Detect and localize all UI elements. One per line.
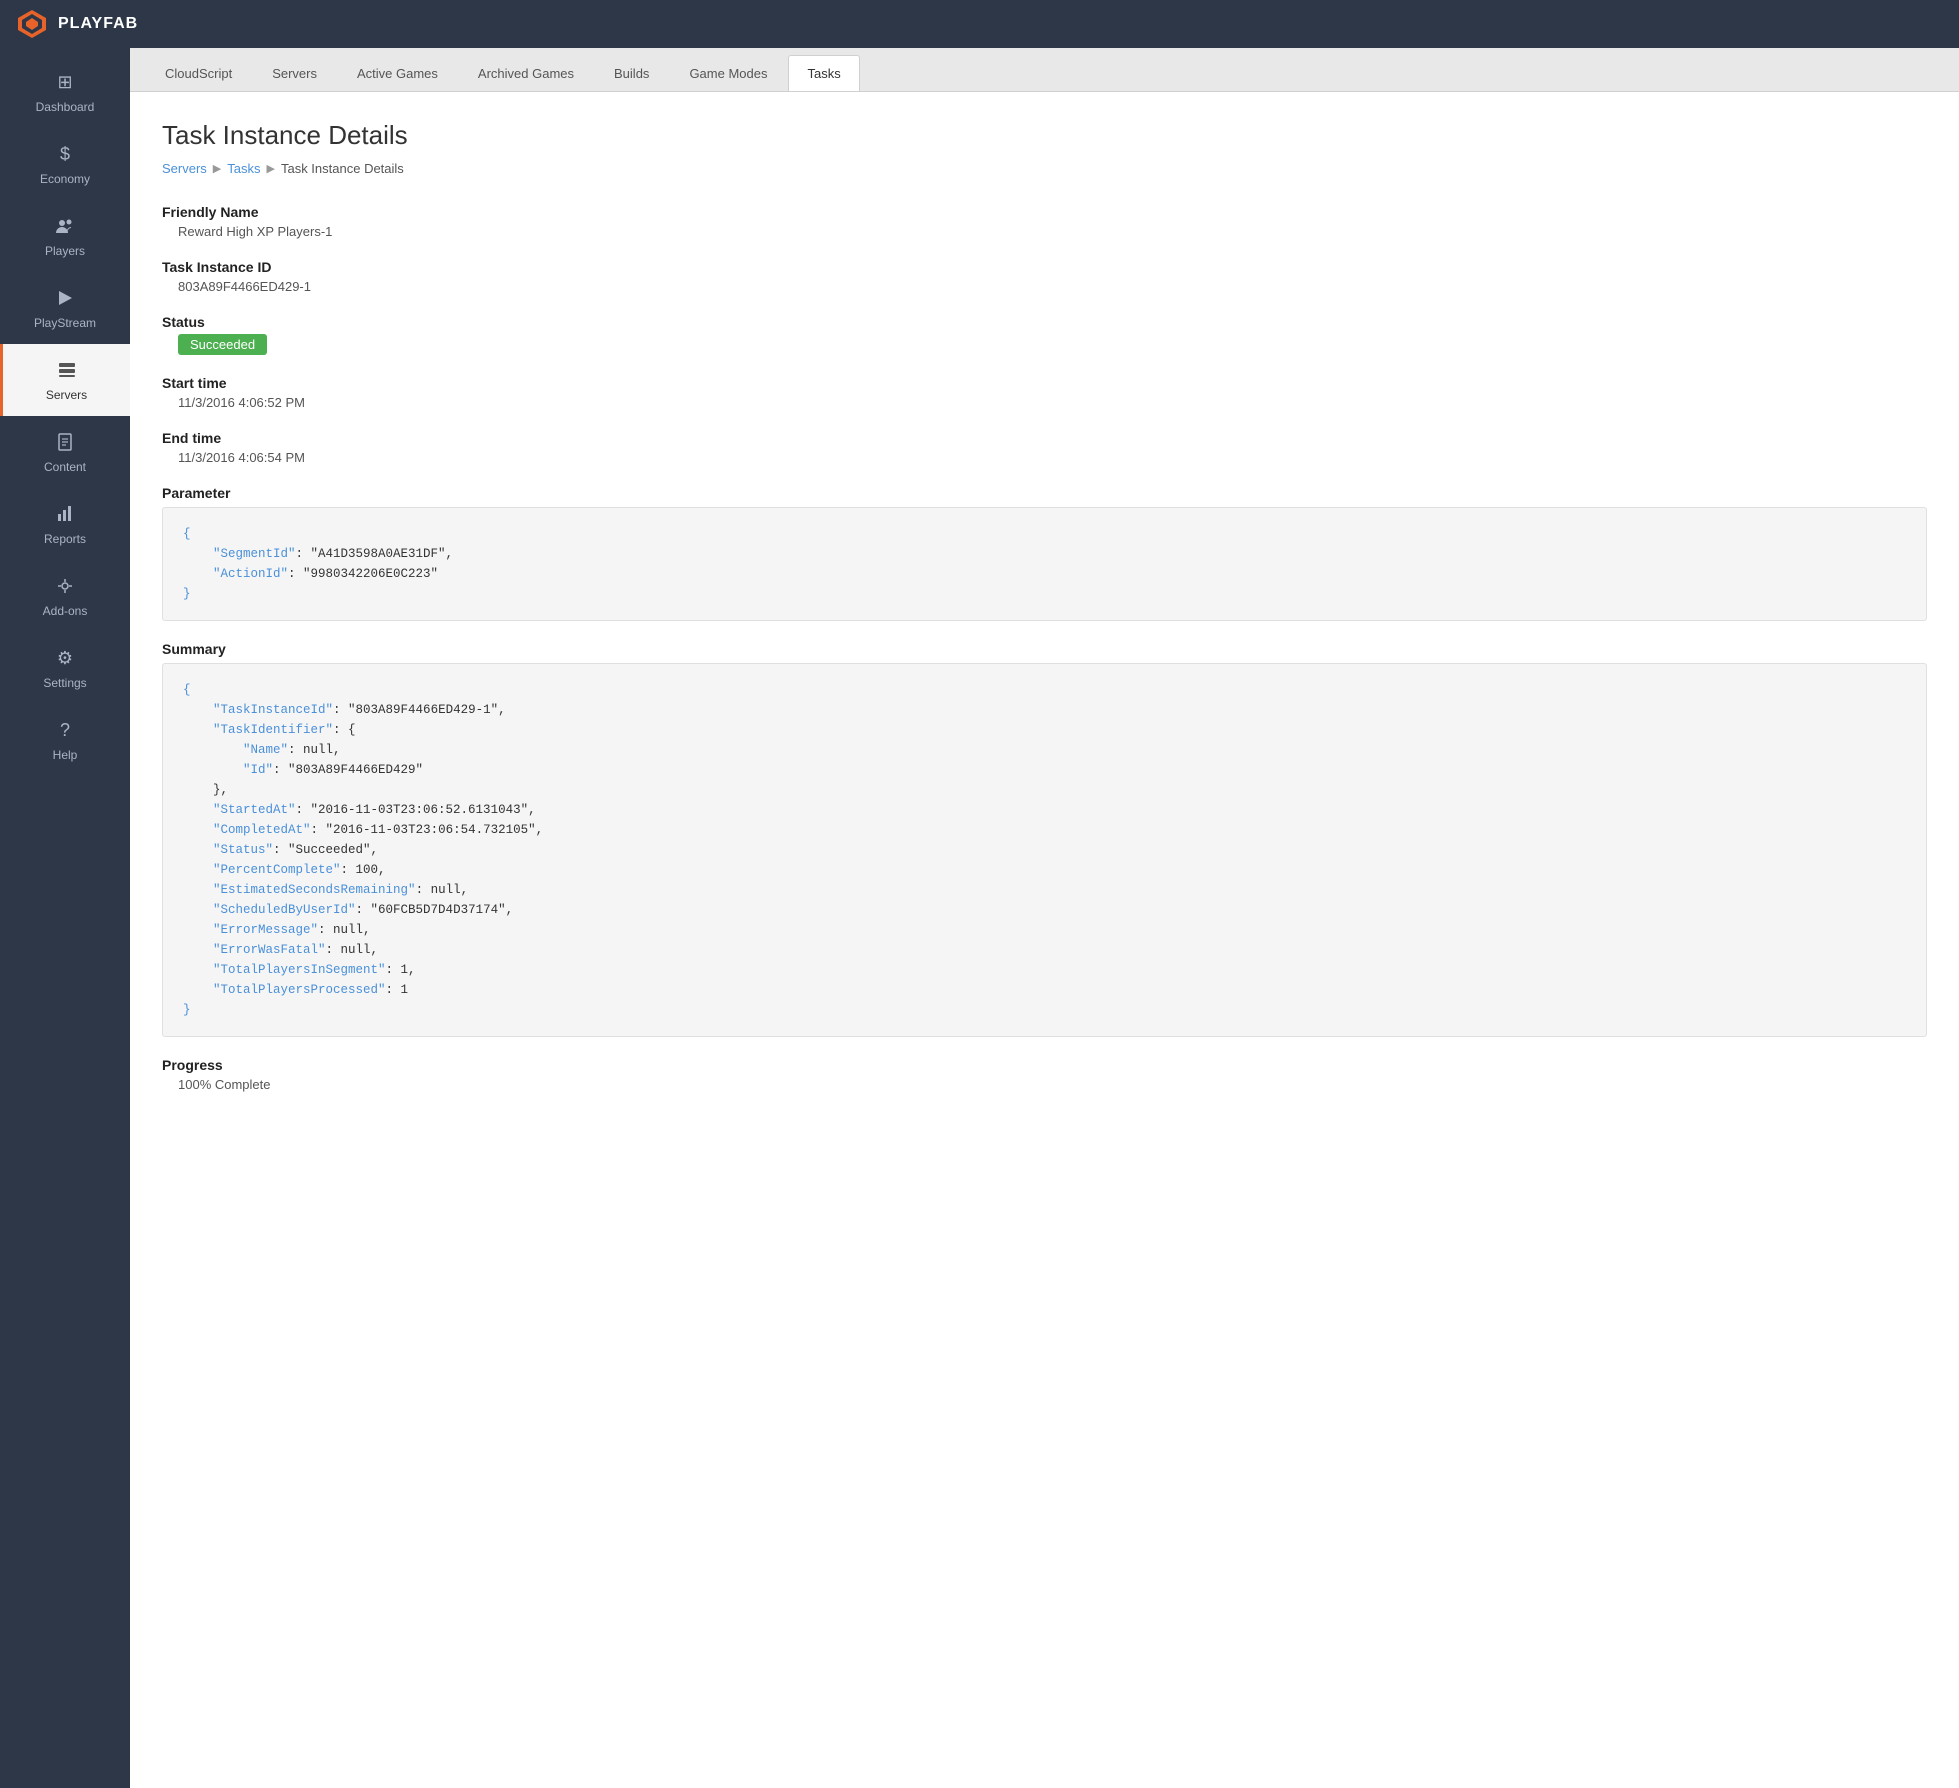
- end-time-section: End time 11/3/2016 4:06:54 PM: [162, 430, 1927, 465]
- friendly-name-value: Reward High XP Players-1: [162, 224, 1927, 239]
- sidebar-label-servers: Servers: [46, 388, 87, 402]
- sidebar-label-players: Players: [45, 244, 85, 258]
- breadcrumb-sep-1: ▶: [213, 162, 221, 175]
- start-time-label: Start time: [162, 375, 1927, 391]
- sidebar-label-economy: Economy: [40, 172, 90, 186]
- players-icon: [53, 214, 77, 238]
- main-layout: ⊞ Dashboard $ Economy Players PlayStream…: [0, 48, 1959, 1788]
- status-label: Status: [162, 314, 1927, 330]
- breadcrumb-servers-link[interactable]: Servers: [162, 161, 207, 176]
- start-time-section: Start time 11/3/2016 4:06:52 PM: [162, 375, 1927, 410]
- summary-section: Summary { "TaskInstanceId": "803A89F4466…: [162, 641, 1927, 1037]
- sidebar-item-help[interactable]: ? Help: [0, 704, 130, 776]
- sidebar-label-help: Help: [53, 748, 78, 762]
- sidebar-item-economy[interactable]: $ Economy: [0, 128, 130, 200]
- parameter-section: Parameter { "SegmentId": "A41D3598A0AE31…: [162, 485, 1927, 621]
- content-icon: [53, 430, 77, 454]
- breadcrumb-sep-2: ▶: [267, 162, 275, 175]
- sidebar: ⊞ Dashboard $ Economy Players PlayStream…: [0, 48, 130, 1788]
- task-instance-id-label: Task Instance ID: [162, 259, 1927, 275]
- sidebar-label-settings: Settings: [43, 676, 86, 690]
- progress-label: Progress: [162, 1057, 1927, 1073]
- breadcrumb-tasks-link[interactable]: Tasks: [227, 161, 260, 176]
- tab-game-modes[interactable]: Game Modes: [670, 55, 786, 91]
- sidebar-item-content[interactable]: Content: [0, 416, 130, 488]
- dashboard-icon: ⊞: [53, 70, 77, 94]
- sidebar-item-dashboard[interactable]: ⊞ Dashboard: [0, 56, 130, 128]
- app-name: PLAYFAB: [58, 15, 138, 33]
- page-title: Task Instance Details: [162, 120, 1927, 151]
- summary-label: Summary: [162, 641, 1927, 657]
- parameter-code: { "SegmentId": "A41D3598A0AE31DF", "Acti…: [162, 507, 1927, 621]
- page-content: Task Instance Details Servers ▶ Tasks ▶ …: [130, 92, 1959, 1788]
- progress-value: 100% Complete: [162, 1077, 1927, 1092]
- economy-icon: $: [53, 142, 77, 166]
- sidebar-item-addons[interactable]: Add-ons: [0, 560, 130, 632]
- status-badge: Succeeded: [178, 334, 267, 355]
- sidebar-label-reports: Reports: [44, 532, 86, 546]
- tab-archived-games[interactable]: Archived Games: [459, 55, 593, 91]
- start-time-value: 11/3/2016 4:06:52 PM: [162, 395, 1927, 410]
- summary-code: { "TaskInstanceId": "803A89F4466ED429-1"…: [162, 663, 1927, 1037]
- breadcrumb: Servers ▶ Tasks ▶ Task Instance Details: [162, 161, 1927, 176]
- friendly-name-label: Friendly Name: [162, 204, 1927, 220]
- parameter-label: Parameter: [162, 485, 1927, 501]
- settings-icon: ⚙: [53, 646, 77, 670]
- top-navbar: PLAYFAB: [0, 0, 1959, 48]
- sidebar-item-players[interactable]: Players: [0, 200, 130, 272]
- servers-icon: [55, 358, 79, 382]
- task-instance-id-value: 803A89F4466ED429-1: [162, 279, 1927, 294]
- task-instance-id-section: Task Instance ID 803A89F4466ED429-1: [162, 259, 1927, 294]
- sidebar-item-settings[interactable]: ⚙ Settings: [0, 632, 130, 704]
- sidebar-item-servers[interactable]: Servers: [0, 344, 130, 416]
- sidebar-item-reports[interactable]: Reports: [0, 488, 130, 560]
- friendly-name-section: Friendly Name Reward High XP Players-1: [162, 204, 1927, 239]
- addons-icon: [53, 574, 77, 598]
- sidebar-label-dashboard: Dashboard: [36, 100, 95, 114]
- tab-builds[interactable]: Builds: [595, 55, 668, 91]
- sidebar-label-playstream: PlayStream: [34, 316, 96, 330]
- end-time-label: End time: [162, 430, 1927, 446]
- logo-area[interactable]: PLAYFAB: [16, 8, 138, 40]
- tab-servers[interactable]: Servers: [253, 55, 336, 91]
- sidebar-item-playstream[interactable]: PlayStream: [0, 272, 130, 344]
- progress-section: Progress 100% Complete: [162, 1057, 1927, 1092]
- reports-icon: [53, 502, 77, 526]
- tab-tasks[interactable]: Tasks: [788, 55, 859, 91]
- playstream-icon: [53, 286, 77, 310]
- sidebar-label-addons: Add-ons: [43, 604, 88, 618]
- content-area: CloudScript Servers Active Games Archive…: [130, 48, 1959, 1788]
- status-section: Status Succeeded: [162, 314, 1927, 355]
- help-icon: ?: [53, 718, 77, 742]
- tab-cloudscript[interactable]: CloudScript: [146, 55, 251, 91]
- tab-bar: CloudScript Servers Active Games Archive…: [130, 48, 1959, 92]
- end-time-value: 11/3/2016 4:06:54 PM: [162, 450, 1927, 465]
- sidebar-label-content: Content: [44, 460, 86, 474]
- playfab-logo-icon: [16, 8, 48, 40]
- breadcrumb-current: Task Instance Details: [281, 161, 404, 176]
- tab-active-games[interactable]: Active Games: [338, 55, 457, 91]
